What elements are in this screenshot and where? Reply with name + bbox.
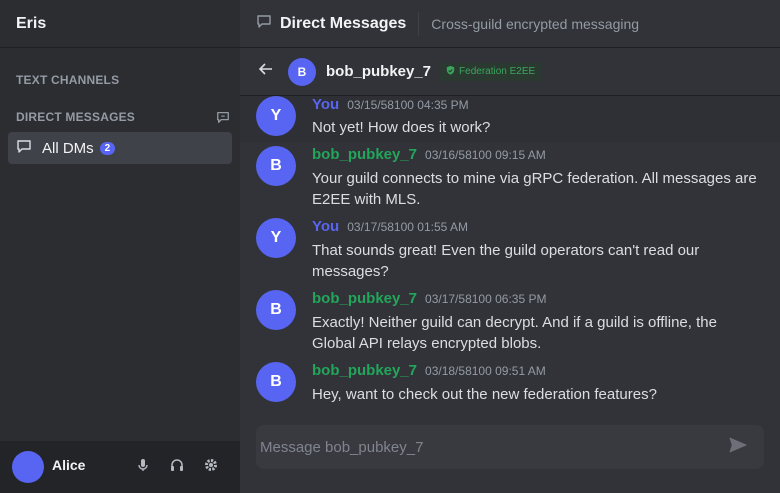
message-header: bob_pubkey_7 03/16/58100 09:15 AM <box>312 146 546 163</box>
message-timestamp: 03/17/58100 06:35 PM <box>425 292 547 306</box>
message-input[interactable] <box>260 438 720 456</box>
text-channels-section-label[interactable]: TEXT CHANNELS <box>16 73 119 87</box>
message-header: You 03/17/58100 01:55 AM <box>312 218 468 235</box>
avatar[interactable]: B <box>256 362 296 402</box>
message-author[interactable]: bob_pubkey_7 <box>312 290 417 307</box>
conversation-header: B bob_pubkey_7 Federation E2EE <box>240 48 780 96</box>
message-composer <box>256 425 764 469</box>
message-text: Not yet! How does it work? <box>312 119 491 136</box>
user-panel: Alice <box>0 441 240 493</box>
send-icon <box>729 436 747 459</box>
list-item[interactable]: B bob_pubkey_7 03/17/58100 06:35 PM Exac… <box>240 290 780 356</box>
chat-bubble-icon <box>16 138 32 158</box>
chat-bubble-icon <box>256 13 272 34</box>
server-name-header[interactable]: Eris <box>0 0 240 48</box>
message-timestamp: 03/15/58100 04:35 PM <box>347 98 469 112</box>
avatar[interactable]: Y <box>256 218 296 258</box>
avatar[interactable]: B <box>288 57 316 86</box>
avatar[interactable]: B <box>256 146 296 186</box>
status-badge: Federation E2EE <box>439 62 542 81</box>
direct-messages-section-label[interactable]: DIRECT MESSAGES <box>16 110 135 124</box>
unread-badge: 2 <box>99 142 116 156</box>
message-author[interactable]: You <box>312 96 339 113</box>
status-badge-label: Federation E2EE <box>459 66 536 77</box>
sidebar-item-label: All DMs <box>42 139 94 157</box>
main-panel: Direct Messages Cross-guild encrypted me… <box>240 0 780 493</box>
arrow-left-icon <box>258 61 274 82</box>
message-author[interactable]: bob_pubkey_7 <box>312 146 417 163</box>
deafen-button[interactable] <box>160 451 194 483</box>
message-header: bob_pubkey_7 03/17/58100 06:35 PM <box>312 290 546 307</box>
page-title: Direct Messages <box>280 14 407 32</box>
send-button[interactable] <box>720 429 756 465</box>
sidebar: Eris TEXT CHANNELS DIRECT MESSAGES All D… <box>0 0 240 493</box>
message-timestamp: 03/18/58100 09:51 AM <box>425 364 546 378</box>
headphones-icon <box>169 457 185 478</box>
username[interactable]: Alice <box>52 457 126 473</box>
message-timestamp: 03/16/58100 09:15 AM <box>425 148 546 162</box>
message-header: bob_pubkey_7 03/18/58100 09:51 AM <box>312 362 546 379</box>
list-item[interactable]: B bob_pubkey_7 03/18/58100 09:51 AM Hey,… <box>240 362 780 410</box>
message-author[interactable]: You <box>312 218 339 235</box>
gear-icon <box>203 457 219 478</box>
microphone-icon <box>135 457 151 478</box>
avatar[interactable] <box>12 451 44 483</box>
message-text: That sounds great! Even the guild operat… <box>312 242 700 280</box>
top-header: Direct Messages Cross-guild encrypted me… <box>240 0 780 48</box>
shield-check-icon <box>445 65 456 79</box>
avatar[interactable]: B <box>256 290 296 330</box>
conversation-name[interactable]: bob_pubkey_7 <box>326 63 431 80</box>
mute-button[interactable] <box>126 451 160 483</box>
direct-messages-section: DIRECT MESSAGES <box>16 110 230 124</box>
message-timestamp: 03/17/58100 01:55 AM <box>347 220 468 234</box>
message-text: Your guild connects to mine via gRPC fed… <box>312 170 757 208</box>
list-item[interactable]: Y You 03/17/58100 01:55 AM That sounds g… <box>240 218 780 284</box>
message-header: You 03/15/58100 04:35 PM <box>312 96 469 113</box>
page-subtitle: Cross-guild encrypted messaging <box>431 15 640 32</box>
sidebar-item-all-dms[interactable]: All DMs 2 <box>8 132 232 164</box>
message-list: Y You 03/15/58100 04:35 PM Not yet! How … <box>240 96 780 424</box>
list-item[interactable]: Y You 03/15/58100 04:35 PM Not yet! How … <box>240 96 780 142</box>
settings-button[interactable] <box>194 451 228 483</box>
header-divider <box>418 11 420 36</box>
avatar[interactable]: Y <box>256 96 296 136</box>
list-item[interactable]: B bob_pubkey_7 03/16/58100 09:15 AM Your… <box>240 146 780 212</box>
new-message-icon[interactable] <box>216 110 230 124</box>
message-author[interactable]: bob_pubkey_7 <box>312 362 417 379</box>
message-text: Exactly! Neither guild can decrypt. And … <box>312 314 717 352</box>
message-text: Hey, want to check out the new federatio… <box>312 386 657 403</box>
server-name: Eris <box>16 14 47 32</box>
back-button[interactable] <box>252 58 280 86</box>
